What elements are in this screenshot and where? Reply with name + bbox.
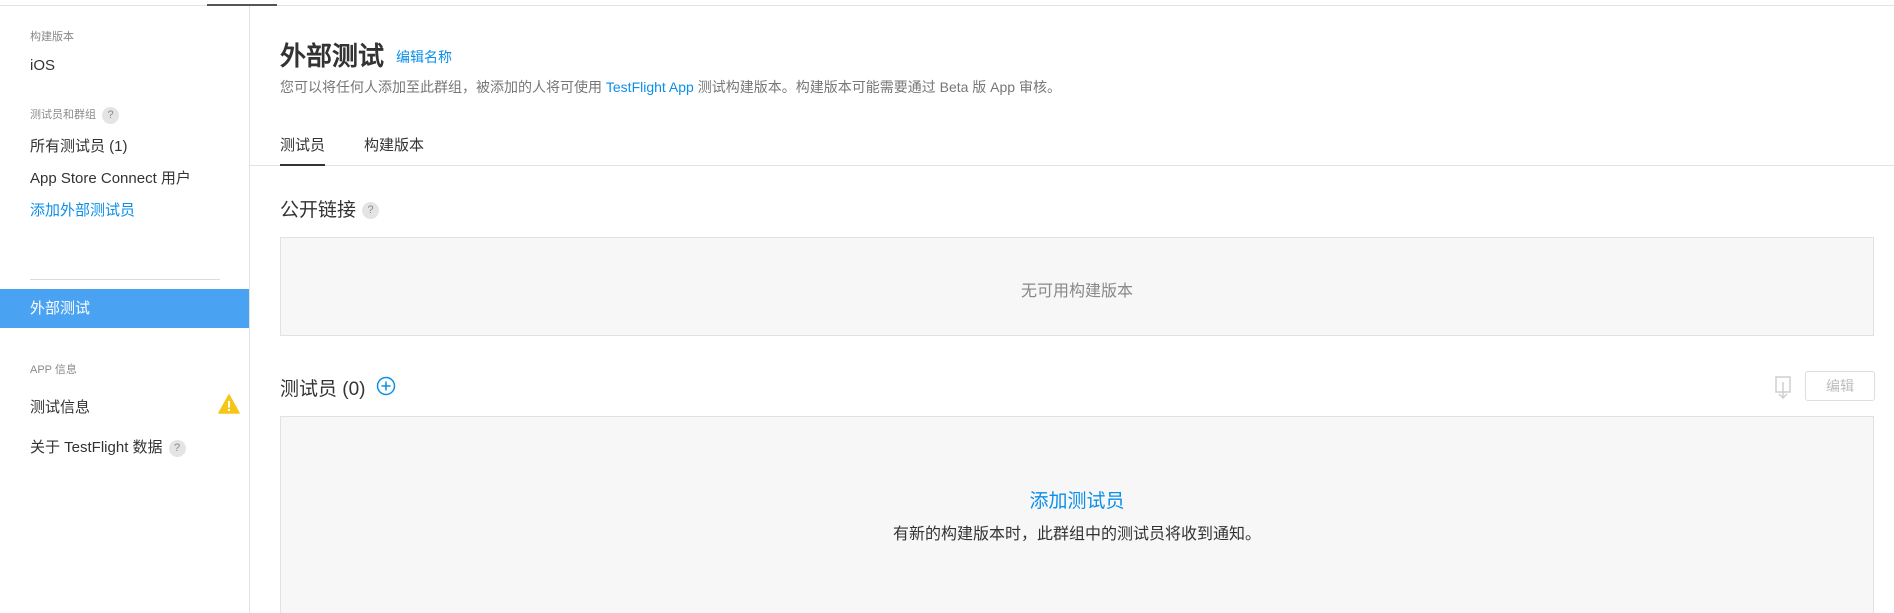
question-mark-icon[interactable]: ? (362, 202, 380, 220)
download-icon[interactable] (1773, 376, 1793, 400)
sidebar-item-asc-users[interactable]: App Store Connect 用户 (30, 167, 191, 188)
sidebar-divider (30, 279, 220, 280)
plus-circle-icon[interactable] (376, 376, 396, 396)
notify-text: 有新的构建版本时，此群组中的测试员将收到通知。 (892, 526, 1261, 543)
sidebar-item-add-external-testers[interactable]: 添加外部测试员 (30, 199, 135, 220)
edit-button[interactable]: 编辑 (1805, 371, 1875, 401)
testflight-app-link[interactable]: TestFlight App (606, 79, 694, 95)
question-mark-icon[interactable]: ? (168, 439, 186, 457)
subtitle-text-after: 测试构建版本。构建版本可能需要通过 Beta 版 App 审核。 (693, 79, 1061, 95)
subtitle-text-before: 您可以将任何人添加至此群组，被添加的人将可使用 (280, 79, 606, 95)
testers-title: 测试员 (0) (280, 379, 366, 400)
tab-bar: 测试员 构建版本 (250, 126, 1894, 166)
sidebar-item-ios[interactable]: iOS (30, 57, 55, 74)
sidebar-item-about-data-label: 关于 TestFlight 数据 (30, 439, 163, 456)
sidebar: 构建版本 iOS 测试员和群组? 所有测试员 (1) App Store Con… (0, 6, 250, 613)
sidebar-section-builds: 构建版本 (30, 31, 74, 43)
sidebar-item-external-testing[interactable]: 外部测试 (0, 289, 249, 328)
sidebar-section-app-info: APP 信息 (30, 364, 77, 376)
public-link-title: 公开链接? (280, 195, 380, 222)
page-subtitle: 您可以将任何人添加至此群组，被添加的人将可使用 TestFlight App 测… (280, 77, 1061, 97)
warning-triangle-icon (218, 394, 240, 414)
question-mark-icon[interactable]: ? (102, 106, 119, 124)
sidebar-section-testers: 测试员和群组? (30, 106, 119, 124)
sidebar-item-all-testers[interactable]: 所有测试员 (1) (30, 135, 128, 156)
public-link-panel: 无可用构建版本 (280, 237, 1874, 336)
tab-builds[interactable]: 构建版本 (364, 134, 424, 166)
no-builds-text: 无可用构建版本 (1020, 283, 1133, 300)
add-testers-link[interactable]: 添加测试员 (281, 486, 1873, 513)
tab-testers[interactable]: 测试员 (280, 134, 326, 166)
page-title: 外部测试 (280, 41, 385, 71)
sidebar-item-test-info[interactable]: 测试信息 (30, 396, 90, 417)
public-link-title-label: 公开链接 (280, 200, 357, 221)
main-content: 外部测试 编辑名称 您可以将任何人添加至此群组，被添加的人将可使用 TestFl… (250, 6, 1894, 613)
sidebar-item-about-data[interactable]: 关于 TestFlight 数据? (30, 436, 186, 457)
testers-panel: 添加测试员 有新的构建版本时，此群组中的测试员将收到通知。 (280, 416, 1874, 613)
sidebar-section-testers-label: 测试员和群组 (30, 109, 96, 121)
edit-name-link[interactable]: 编辑名称 (396, 47, 452, 67)
